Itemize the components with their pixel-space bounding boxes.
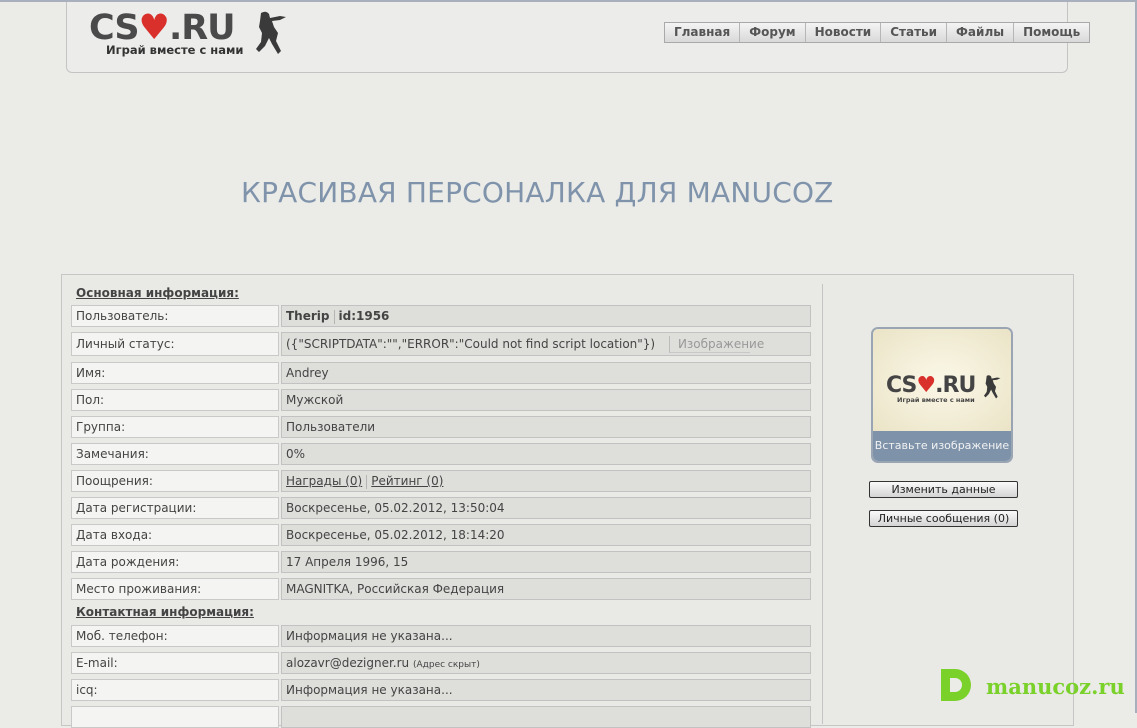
rewards-link[interactable]: Награды (0)	[286, 474, 362, 488]
separator	[366, 474, 368, 489]
nav-help[interactable]: Помощь	[1014, 23, 1089, 42]
avatar-logo-wordmark: CS♥.RU	[886, 373, 976, 398]
icq-value: Информация не указана...	[281, 679, 811, 701]
panel-divider	[822, 284, 823, 724]
group-value: Пользователи	[281, 416, 811, 438]
manucoz-watermark: manucoz.ru	[938, 666, 1128, 706]
row-login-date: Дата входа: Воскресенье, 05.02.2012, 18:…	[71, 524, 811, 546]
soldier-icon	[256, 11, 286, 54]
icq-label: icq:	[71, 679, 279, 701]
row-rewards: Поощрения: Награды (0) Рейтинг (0)	[71, 470, 811, 492]
contact-info-heading: Контактная информация:	[76, 605, 254, 619]
main-nav: Главная Форум Новости Статьи Файлы Помощ…	[664, 22, 1091, 43]
name-value: Andrey	[281, 362, 811, 384]
page-title: КРАСИВАЯ ПЕРСОНАЛКА ДЛЯ MANUCOZ	[241, 176, 834, 209]
status-image-field[interactable]: Изображение	[668, 336, 764, 353]
nav-news[interactable]: Новости	[806, 23, 882, 42]
warnings-value: 0%	[281, 443, 811, 465]
status-text: ({"SCRIPTDATA":"","ERROR":"Could not fin…	[286, 337, 656, 351]
reg-label: Дата регистрации:	[71, 497, 279, 519]
row-name: Имя: Andrey	[71, 362, 811, 384]
row-warnings: Замечания: 0%	[71, 443, 811, 465]
birth-value: 17 Апреля 1996, 15	[281, 551, 811, 573]
avatar-logo-slogan: Играй вместе с нами	[897, 396, 975, 404]
row-next	[71, 706, 811, 728]
row-email: E-mail: alozavr@dezigner.ru (Адрес скрыт…	[71, 652, 811, 674]
email-label: E-mail:	[71, 652, 279, 674]
location-label: Место проживания:	[71, 578, 279, 600]
row-icq: icq: Информация не указана...	[71, 679, 811, 701]
email-address: alozavr@dezigner.ru	[286, 656, 410, 670]
login-value: Воскресенье, 05.02.2012, 18:14:20	[281, 524, 811, 546]
next-value	[281, 706, 811, 728]
phone-label: Моб. телефон:	[71, 625, 279, 647]
row-group: Группа: Пользователи	[71, 416, 811, 438]
site-header: CS♥.RU Играй вместе с нами Главная Форум…	[66, 2, 1091, 73]
heart-icon: ♥	[916, 373, 936, 398]
location-value: MAGNITKA, Российская Федерация	[281, 578, 811, 600]
site-logo[interactable]: CS♥.RU Играй вместе с нами	[89, 10, 289, 65]
logo-slogan: Играй вместе с нами	[106, 43, 244, 57]
phone-value: Информация не указана...	[281, 625, 811, 647]
group-label: Группа:	[71, 416, 279, 438]
warnings-label: Замечания:	[71, 443, 279, 465]
user-label: Пользователь:	[71, 305, 279, 327]
edit-profile-button[interactable]: Изменить данные	[869, 481, 1018, 498]
row-registration-date: Дата регистрации: Воскресенье, 05.02.201…	[71, 497, 811, 519]
rewards-label: Поощрения:	[71, 470, 279, 492]
username[interactable]: Therip	[286, 309, 330, 323]
soldier-icon	[983, 375, 1001, 399]
row-status: Личный статус: ({"SCRIPTDATA":"","ERROR"…	[71, 332, 811, 356]
row-gender: Пол: Мужской	[71, 389, 811, 411]
manucoz-logo-icon	[941, 669, 971, 701]
gender-label: Пол:	[71, 389, 279, 411]
birth-label: Дата рождения:	[71, 551, 279, 573]
login-label: Дата входа:	[71, 524, 279, 546]
nav-files[interactable]: Файлы	[947, 23, 1015, 42]
email-hidden-note: (Адрес скрыт)	[412, 660, 480, 670]
rewards-value: Награды (0) Рейтинг (0)	[281, 470, 811, 492]
gender-value: Мужской	[281, 389, 811, 411]
heart-icon: ♥	[138, 8, 170, 48]
logo-wordmark: CS♥.RU	[89, 8, 236, 48]
user-id: id:1956	[338, 309, 390, 323]
next-label	[71, 706, 279, 728]
name-label: Имя:	[71, 362, 279, 384]
private-messages-button[interactable]: Личные сообщения (0)	[869, 510, 1018, 527]
row-phone: Моб. телефон: Информация не указана...	[71, 625, 811, 647]
nav-articles[interactable]: Статьи	[881, 23, 948, 42]
avatar[interactable]: CS♥.RU Играй вместе с нами Вставьте изоб…	[871, 327, 1013, 463]
avatar-caption[interactable]: Вставьте изображение	[873, 431, 1011, 461]
reg-value: Воскресенье, 05.02.2012, 13:50:04	[281, 497, 811, 519]
row-user: Пользователь: Therip id:1956	[71, 305, 811, 327]
user-value: Therip id:1956	[281, 305, 811, 327]
manucoz-wordmark: manucoz.ru	[986, 674, 1125, 699]
status-value: ({"SCRIPTDATA":"","ERROR":"Could not fin…	[281, 332, 811, 356]
row-location: Место проживания: MAGNITKA, Российская Ф…	[71, 578, 811, 600]
separator	[333, 309, 335, 324]
avatar-image: CS♥.RU Играй вместе с нами	[873, 329, 1011, 433]
email-value: alozavr@dezigner.ru (Адрес скрыт)	[281, 652, 811, 674]
basic-info-heading: Основная информация:	[76, 286, 239, 300]
nav-home[interactable]: Главная	[665, 23, 741, 42]
row-birth-date: Дата рождения: 17 Апреля 1996, 15	[71, 551, 811, 573]
status-label: Личный статус:	[71, 332, 279, 356]
rating-link[interactable]: Рейтинг (0)	[371, 474, 443, 488]
nav-forum[interactable]: Форум	[740, 23, 806, 42]
